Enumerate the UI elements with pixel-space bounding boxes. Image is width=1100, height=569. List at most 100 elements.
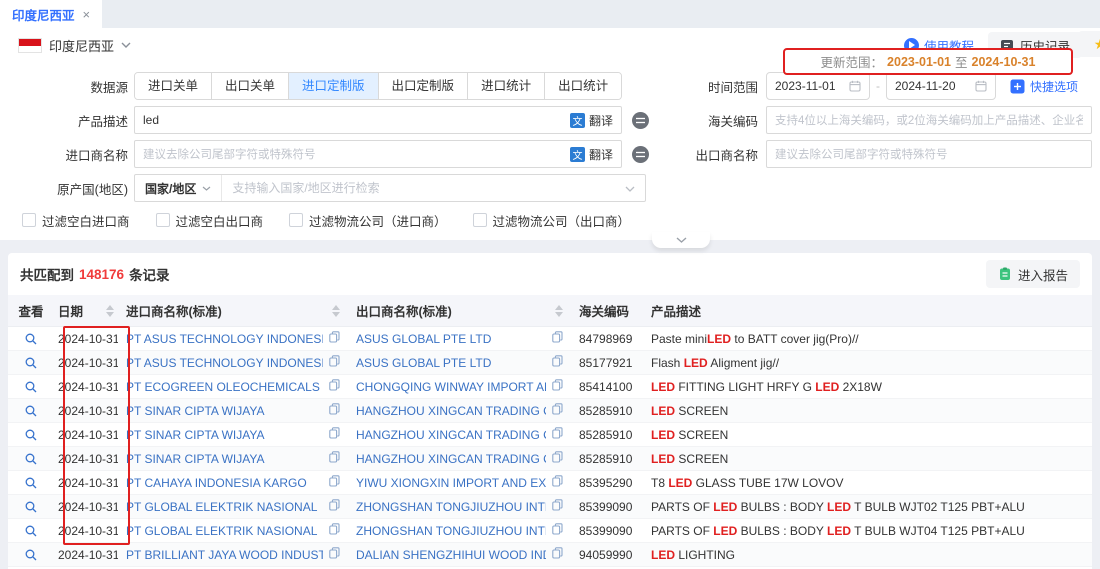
view-record-button[interactable] bbox=[24, 500, 38, 514]
magnifier-icon bbox=[24, 356, 38, 370]
exporter-link[interactable]: ASUS GLOBAL PTE LTD bbox=[356, 356, 546, 370]
data-source-tab[interactable]: 出口统计 bbox=[544, 73, 621, 99]
quick-options-button[interactable]: 快捷选项 bbox=[1010, 78, 1078, 95]
view-record-button[interactable] bbox=[24, 452, 38, 466]
table-row: 2024-10-31 PT GLOBAL ELEKTRIK NASIONAL Z… bbox=[8, 519, 1092, 543]
translate-button[interactable]: 文 翻译 bbox=[570, 112, 621, 129]
checkbox-icon[interactable] bbox=[22, 213, 36, 227]
origin-type-select[interactable]: 国家/地区 bbox=[135, 175, 222, 201]
date-from-input[interactable]: 2023-11-01 bbox=[766, 72, 870, 100]
checkbox-icon[interactable] bbox=[156, 213, 170, 227]
copy-icon[interactable] bbox=[329, 331, 340, 346]
checkbox-icon[interactable] bbox=[289, 213, 303, 227]
exporter-link[interactable]: HANGZHOU XINGCAN TRADING CO LTD bbox=[356, 428, 546, 442]
exporter-link[interactable]: DALIAN SHENGZHIHUI WOOD INDUST... bbox=[356, 548, 546, 562]
enter-report-button[interactable]: 进入报告 bbox=[986, 260, 1080, 288]
exporter-link[interactable]: HANGZHOU XINGCAN TRADING CO LTD bbox=[356, 404, 546, 418]
exporter-link[interactable]: ASUS GLOBAL PTE LTD bbox=[356, 332, 546, 346]
copy-icon[interactable] bbox=[552, 475, 563, 490]
exporter-link[interactable]: YIWU XIONGXIN IMPORT AND EXPORT... bbox=[356, 476, 546, 490]
row-product: Paste miniLED to BATT cover jig(Pro)// bbox=[651, 332, 859, 346]
copy-icon[interactable] bbox=[329, 523, 340, 538]
tab-bar: 印度尼西亚 × bbox=[0, 0, 1100, 28]
header-date[interactable]: 日期 bbox=[54, 301, 118, 320]
exporter-link[interactable]: ZHONGSHAN TONGJIUZHOU INTERNA... bbox=[356, 524, 546, 538]
importer-link[interactable]: PT ASUS TECHNOLOGY INDONESIA BA... bbox=[126, 356, 323, 370]
copy-icon[interactable] bbox=[329, 451, 340, 466]
sort-icon[interactable] bbox=[549, 305, 563, 317]
copy-icon[interactable] bbox=[329, 547, 340, 562]
copy-icon[interactable] bbox=[329, 499, 340, 514]
country-selector[interactable]: 印度尼西亚 bbox=[18, 36, 131, 55]
copy-icon[interactable] bbox=[329, 355, 340, 370]
copy-icon[interactable] bbox=[329, 403, 340, 418]
checkbox-icon[interactable] bbox=[473, 213, 487, 227]
chevron-down-icon bbox=[121, 42, 131, 48]
data-source-tab[interactable]: 进口定制版 bbox=[288, 73, 378, 99]
origin-search-input[interactable] bbox=[222, 181, 625, 195]
hs-code-input[interactable] bbox=[767, 107, 1091, 133]
copy-icon[interactable] bbox=[552, 355, 563, 370]
importer-link[interactable]: PT GLOBAL ELEKTRIK NASIONAL bbox=[126, 524, 323, 538]
importer-name-input[interactable] bbox=[135, 141, 570, 167]
copy-icon[interactable] bbox=[552, 331, 563, 346]
importer-link[interactable]: PT CAHAYA INDONESIA KARGO bbox=[126, 476, 323, 490]
view-record-button[interactable] bbox=[24, 548, 38, 562]
filter-checkbox[interactable]: 过滤空白出口商 bbox=[156, 211, 264, 230]
exporter-link[interactable]: ZHONGSHAN TONGJIUZHOU INTERNA... bbox=[356, 500, 546, 514]
data-source-tab[interactable]: 进口统计 bbox=[467, 73, 544, 99]
data-source-tab[interactable]: 进口关单 bbox=[135, 73, 211, 99]
importer-link[interactable]: PT SINAR CIPTA WIJAYA bbox=[126, 452, 323, 466]
copy-icon[interactable] bbox=[329, 427, 340, 442]
view-record-button[interactable] bbox=[24, 332, 38, 346]
view-record-button[interactable] bbox=[24, 428, 38, 442]
importer-link[interactable]: PT ASUS TECHNOLOGY INDONESIA BA... bbox=[126, 332, 323, 346]
favorite-button[interactable]: ★ bbox=[1078, 31, 1100, 57]
data-source-tab[interactable]: 出口关单 bbox=[211, 73, 288, 99]
view-record-button[interactable] bbox=[24, 404, 38, 418]
filter-checkbox[interactable]: 过滤物流公司（出口商） bbox=[473, 211, 631, 230]
collapse-panel-handle[interactable] bbox=[652, 232, 710, 248]
copy-icon[interactable] bbox=[552, 523, 563, 538]
importer-link[interactable]: PT SINAR CIPTA WIJAYA bbox=[126, 428, 323, 442]
view-record-button[interactable] bbox=[24, 524, 38, 538]
sort-icon[interactable] bbox=[100, 305, 114, 317]
results-count: 148176 bbox=[79, 267, 124, 282]
data-source-tab[interactable]: 出口定制版 bbox=[378, 73, 468, 99]
importer-link[interactable]: PT SINAR CIPTA WIJAYA bbox=[126, 404, 323, 418]
row-product: PARTS OF LED BULBS : BODY LED T BULB WJT… bbox=[651, 500, 1025, 514]
row-hs-code: 85399090 bbox=[579, 524, 632, 538]
importer-link[interactable]: PT GLOBAL ELEKTRIK NASIONAL bbox=[126, 500, 323, 514]
match-options-icon[interactable] bbox=[632, 112, 649, 129]
copy-icon[interactable] bbox=[329, 475, 340, 490]
header-exporter[interactable]: 出口商名称(标准) bbox=[348, 301, 571, 320]
translate-button[interactable]: 文 翻译 bbox=[570, 146, 621, 163]
exporter-link[interactable]: CHONGQING WINWAY IMPORT AND E... bbox=[356, 380, 546, 394]
copy-icon[interactable] bbox=[552, 403, 563, 418]
sort-icon[interactable] bbox=[326, 305, 340, 317]
copy-icon[interactable] bbox=[552, 379, 563, 394]
product-desc-input[interactable] bbox=[135, 107, 570, 133]
view-record-button[interactable] bbox=[24, 380, 38, 394]
match-options-icon[interactable] bbox=[632, 146, 649, 163]
header-importer[interactable]: 进口商名称(标准) bbox=[118, 301, 348, 320]
copy-icon[interactable] bbox=[329, 379, 340, 394]
filter-checkbox[interactable]: 过滤物流公司（进口商） bbox=[289, 211, 447, 230]
importer-link[interactable]: PT BRILLIANT JAYA WOOD INDUSTRY bbox=[126, 548, 323, 562]
close-icon[interactable]: × bbox=[83, 7, 91, 22]
row-product: LED SCREEN bbox=[651, 452, 728, 466]
view-record-button[interactable] bbox=[24, 356, 38, 370]
copy-icon[interactable] bbox=[552, 547, 563, 562]
view-record-button[interactable] bbox=[24, 476, 38, 490]
chevron-down-icon[interactable] bbox=[625, 186, 635, 192]
table-row: 2024-10-31 PT ECOGREEN OLEOCHEMICALS CHO… bbox=[8, 375, 1092, 399]
exporter-name-input[interactable] bbox=[767, 141, 1091, 167]
importer-link[interactable]: PT ECOGREEN OLEOCHEMICALS bbox=[126, 380, 323, 394]
date-to-input[interactable]: 2024-11-20 bbox=[886, 72, 996, 100]
copy-icon[interactable] bbox=[552, 427, 563, 442]
tab-indonesia[interactable]: 印度尼西亚 × bbox=[0, 0, 102, 28]
filter-checkbox[interactable]: 过滤空白进口商 bbox=[22, 211, 130, 230]
exporter-link[interactable]: HANGZHOU XINGCAN TRADING CO LTD bbox=[356, 452, 546, 466]
copy-icon[interactable] bbox=[552, 499, 563, 514]
copy-icon[interactable] bbox=[552, 451, 563, 466]
